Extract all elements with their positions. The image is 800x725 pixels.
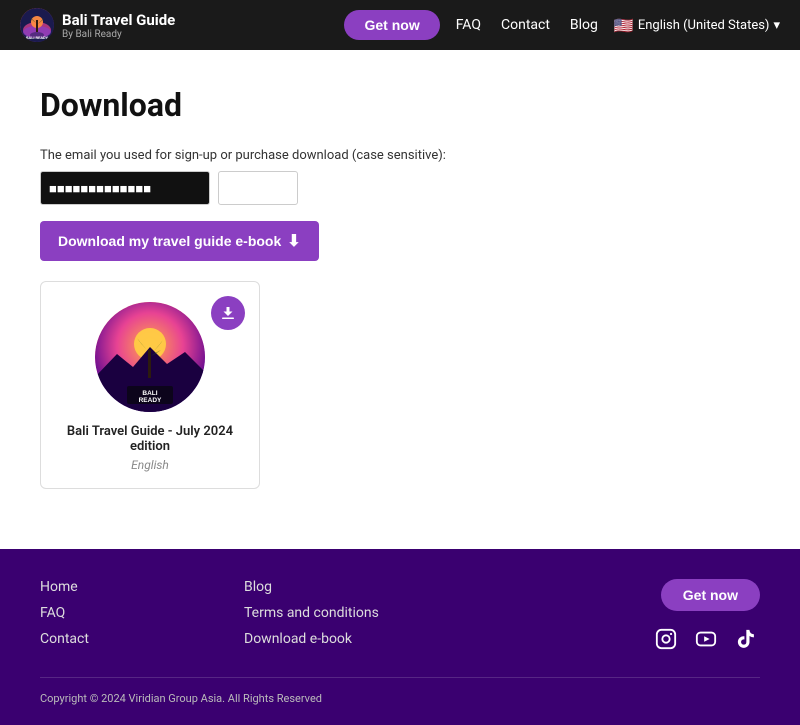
footer-copyright: Copyright © 2024 Viridian Group Asia. Al… [40,677,760,705]
svg-text:BALI READY: BALI READY [26,35,49,40]
footer-link-home[interactable]: Home [40,579,244,595]
footer-get-now-button[interactable]: Get now [661,579,760,611]
footer-col-1: Home FAQ Contact [40,579,244,653]
header-get-now-button[interactable]: Get now [344,10,439,40]
email-input-extra[interactable] [218,171,298,205]
book-card: BALI READY Bali Travel Guide - July 2024… [40,281,260,489]
site-header: BALI READY Bali Travel Guide By Bali Rea… [0,0,800,50]
logo-text: Bali Travel Guide By Bali Ready [62,11,175,40]
footer-col-2: Blog Terms and conditions Download e-boo… [244,579,448,653]
card-download-button[interactable] [211,296,245,330]
footer-link-faq[interactable]: FAQ [40,605,244,621]
footer-link-terms[interactable]: Terms and conditions [244,605,448,621]
youtube-icon[interactable] [692,625,720,653]
footer-top: Home FAQ Contact Blog Terms and conditio… [40,579,760,653]
book-language: English [131,458,169,472]
logo-icon: BALI READY [20,8,54,42]
footer-col-spacer [448,579,652,653]
book-cover: BALI READY [95,302,205,412]
site-footer: Home FAQ Contact Blog Terms and conditio… [0,549,800,725]
email-row [40,171,760,205]
logo[interactable]: BALI READY Bali Travel Guide By Bali Rea… [20,8,175,42]
page-title: Download [40,86,760,124]
svg-text:BALI: BALI [142,390,157,397]
download-button-label: Download my travel guide e-book [58,233,281,249]
nav-blog[interactable]: Blog [570,17,598,33]
flag-icon: 🇺🇸 [614,16,634,35]
social-icons [652,625,760,653]
email-instruction: The email you used for sign-up or purcha… [40,148,760,163]
footer-link-contact[interactable]: Contact [40,631,244,647]
footer-link-blog[interactable]: Blog [244,579,448,595]
email-input[interactable] [40,171,210,205]
language-selector[interactable]: 🇺🇸 English (United States) ▾ [614,16,780,35]
instagram-icon[interactable] [652,625,680,653]
chevron-down-icon: ▾ [773,18,780,33]
tiktok-icon[interactable] [732,625,760,653]
main-nav: FAQ Contact Blog [456,17,598,33]
footer-right: Get now [652,579,760,653]
svg-text:READY: READY [139,397,162,404]
book-title: Bali Travel Guide - July 2024 edition [57,424,243,454]
download-icon: ⬇ [287,231,300,251]
logo-subtitle: By Bali Ready [62,29,175,40]
main-content: Download The email you used for sign-up … [0,50,800,549]
logo-title: Bali Travel Guide [62,11,175,29]
nav-faq[interactable]: FAQ [456,17,481,33]
lang-label: English (United States) [638,18,770,33]
download-button[interactable]: Download my travel guide e-book ⬇ [40,221,319,261]
footer-link-download[interactable]: Download e-book [244,631,448,647]
nav-contact[interactable]: Contact [501,17,550,33]
